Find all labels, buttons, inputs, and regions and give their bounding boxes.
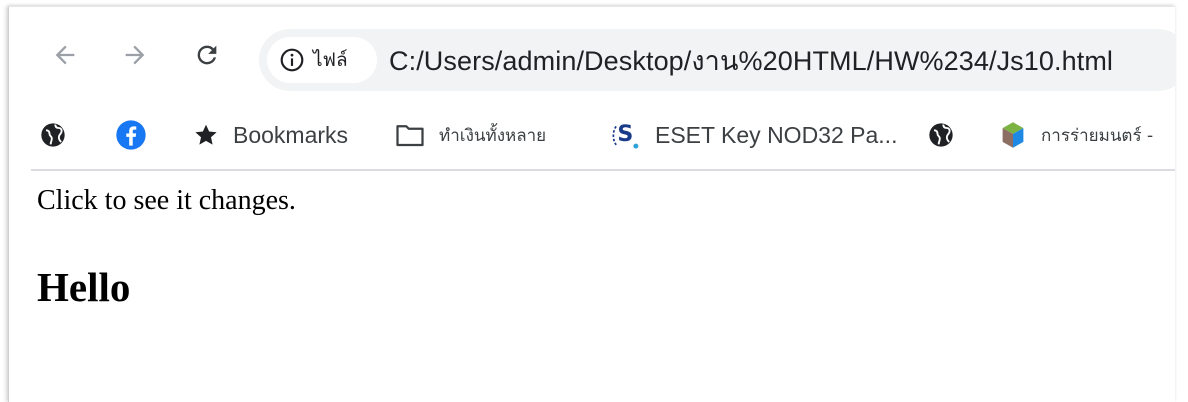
folder-icon bbox=[396, 125, 424, 147]
bookmark-spell[interactable]: การร่ายมนตร์ - bbox=[999, 99, 1153, 171]
facebook-icon bbox=[116, 120, 146, 150]
arrow-left-icon bbox=[55, 45, 75, 65]
reload-icon bbox=[197, 45, 217, 65]
globe-icon bbox=[929, 123, 953, 147]
info-icon bbox=[280, 48, 304, 72]
hello-heading[interactable]: Hello bbox=[37, 263, 130, 311]
instruction-text: Click to see it changes. bbox=[37, 185, 296, 216]
eset-icon: S bbox=[612, 121, 639, 149]
site-info-label: ไฟล์ bbox=[313, 49, 348, 71]
svg-text:S: S bbox=[617, 121, 633, 147]
bookmark-label: การร่ายมนตร์ - bbox=[1041, 125, 1154, 146]
bookmark-eset[interactable]: S ESET Key NOD32 Pa... bbox=[611, 99, 897, 171]
bookmark-bookmarks[interactable]: Bookmarks bbox=[193, 99, 348, 171]
globe-icon bbox=[41, 123, 65, 147]
bookmark-facebook[interactable] bbox=[115, 99, 147, 171]
browser-toolbar: ไฟล์ C:/Users/admin/Desktop/งาน%20HTML/H… bbox=[9, 7, 1175, 99]
bookmark-globe-1[interactable] bbox=[39, 99, 67, 171]
arrow-right-icon bbox=[125, 45, 145, 65]
bookmark-folder-money[interactable]: ทำเงินทั้งหลาย bbox=[395, 99, 546, 171]
bookmark-label: Bookmarks bbox=[233, 121, 349, 148]
cube-icon bbox=[1002, 122, 1024, 148]
page-content: Click to see it changes. Hello bbox=[9, 171, 1175, 402]
browser-window: ไฟล์ C:/Users/admin/Desktop/งาน%20HTML/H… bbox=[8, 6, 1175, 402]
back-button[interactable] bbox=[45, 35, 85, 75]
site-info-chip[interactable]: ไฟล์ bbox=[267, 37, 377, 83]
address-bar[interactable]: ไฟล์ C:/Users/admin/Desktop/งาน%20HTML/H… bbox=[259, 29, 1175, 91]
bookmark-label: ทำเงินทั้งหลาย bbox=[439, 125, 547, 146]
star-icon bbox=[195, 124, 217, 145]
forward-button[interactable] bbox=[115, 35, 155, 75]
url-text[interactable]: C:/Users/admin/Desktop/งาน%20HTML/HW%234… bbox=[389, 29, 1113, 91]
reload-button[interactable] bbox=[187, 35, 227, 75]
bookmark-label: ESET Key NOD32 Pa... bbox=[655, 121, 898, 148]
bookmarks-bar: Bookmarks ทำเงินทั้งหลาย S ESET Key NOD3… bbox=[9, 99, 1175, 171]
bookmark-globe-2[interactable] bbox=[927, 99, 955, 171]
